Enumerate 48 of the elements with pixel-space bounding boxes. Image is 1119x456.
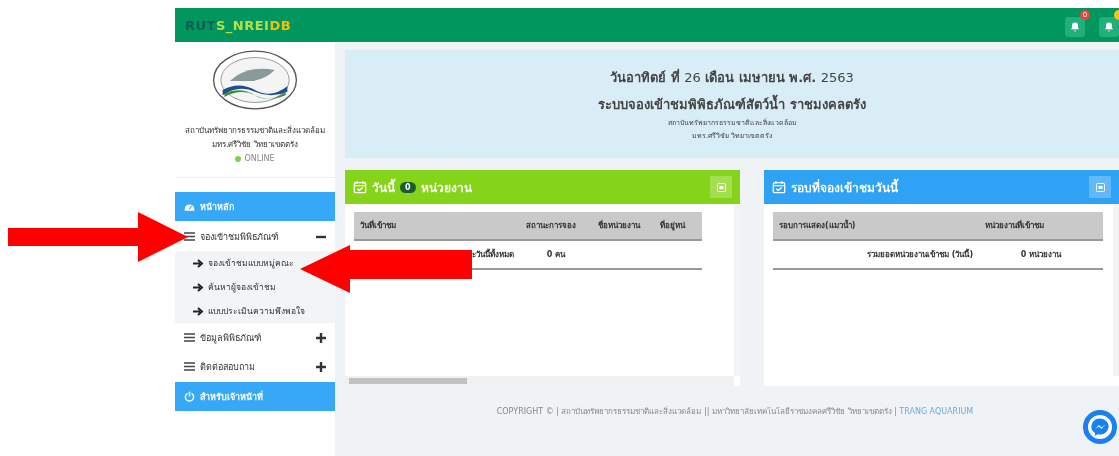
scrollbar[interactable] (734, 204, 740, 376)
online-status: ONLINE (235, 152, 275, 166)
system-title: ระบบจองเข้าชมพิพิธภัณฑ์สัตว์น้ำ ราชมงคลตรัง (598, 94, 866, 115)
dashboard-icon (184, 201, 195, 212)
minimize-button[interactable] (710, 176, 732, 198)
column-header: สถานะการจอง (526, 221, 576, 230)
notification-button[interactable] (1099, 17, 1119, 37)
table-cell: 0 คน (546, 250, 566, 259)
minimize-button[interactable] (1089, 176, 1111, 198)
panel-title: รอบที่จองเข้าชมวันนี้ (791, 177, 898, 197)
notification-button[interactable] (1065, 17, 1085, 37)
panel-title-unit: หน่วยงาน (420, 179, 472, 197)
submenu-item[interactable]: แบบประเมินความพึงพอใจ (175, 299, 305, 323)
bell-icon (1103, 21, 1115, 33)
arrow-icon (193, 282, 204, 292)
table-cell: รวมยอดหน่วยงานเข้าชม (วันนี้) (867, 250, 974, 259)
panel-title: วันนี้ (372, 177, 395, 197)
date-heading: วันอาทิตย์ ที่ 26 เดือน เมษายน พ.ศ. 2563 (610, 67, 854, 87)
copyright-text: COPYRIGHT © | สถาบันทรัพยากรธรรมชาติและสิ่งแวดล้อม || มหาวิทยาลัยเทคโนโลยีราชมงคลศรีวิชัย วิทยาเขตตรัง | TRANG AQUARIUM (496, 405, 974, 418)
organization-name: สถาบันทรัพยากรธรรมชาติและสิ่งแวดล้อม (185, 124, 325, 137)
arrow-icon (193, 306, 204, 316)
minimize-icon (716, 182, 726, 192)
calendar-icon (772, 180, 786, 194)
menu-icon (184, 333, 195, 342)
arrow-icon (193, 258, 204, 268)
bell-icon (1069, 21, 1081, 33)
calendar-icon (353, 180, 367, 194)
column-header: ชื่อหน่วยงาน (598, 221, 640, 230)
scrollbar[interactable] (1113, 204, 1119, 376)
column-header: รอบการแสดง(แมวน้ำ) (779, 221, 856, 230)
table-cell: ะวันนี้ทั้งหมด (472, 250, 514, 259)
power-icon (184, 391, 195, 402)
column-header: วันที่เข้าชม (360, 221, 396, 230)
minimize-icon (1095, 182, 1105, 192)
messenger-button[interactable] (1083, 410, 1117, 444)
submenu-item[interactable]: จองเข้าชมแบบหมู่คณะ (175, 251, 294, 275)
column-header: หน่วยงานที่เข้าชม (985, 221, 1045, 230)
chat-icon (1091, 418, 1109, 436)
menu-icon (184, 232, 195, 241)
count-badge: 0 (400, 181, 416, 193)
column-header: ที่อยู่หน่ (660, 221, 685, 230)
menu-icon (184, 362, 195, 371)
submenu-item[interactable]: ค้นหาผู้จองเข้าชม (175, 275, 276, 299)
expand-icon (316, 332, 326, 343)
organization-campus: มทร.ศรีวิชัย วิทยาเขตตรัง (211, 139, 299, 151)
expand-icon (316, 361, 326, 372)
table-cell: 0 หน่วยงาน (1020, 250, 1062, 259)
scrollbar[interactable] (345, 376, 734, 386)
